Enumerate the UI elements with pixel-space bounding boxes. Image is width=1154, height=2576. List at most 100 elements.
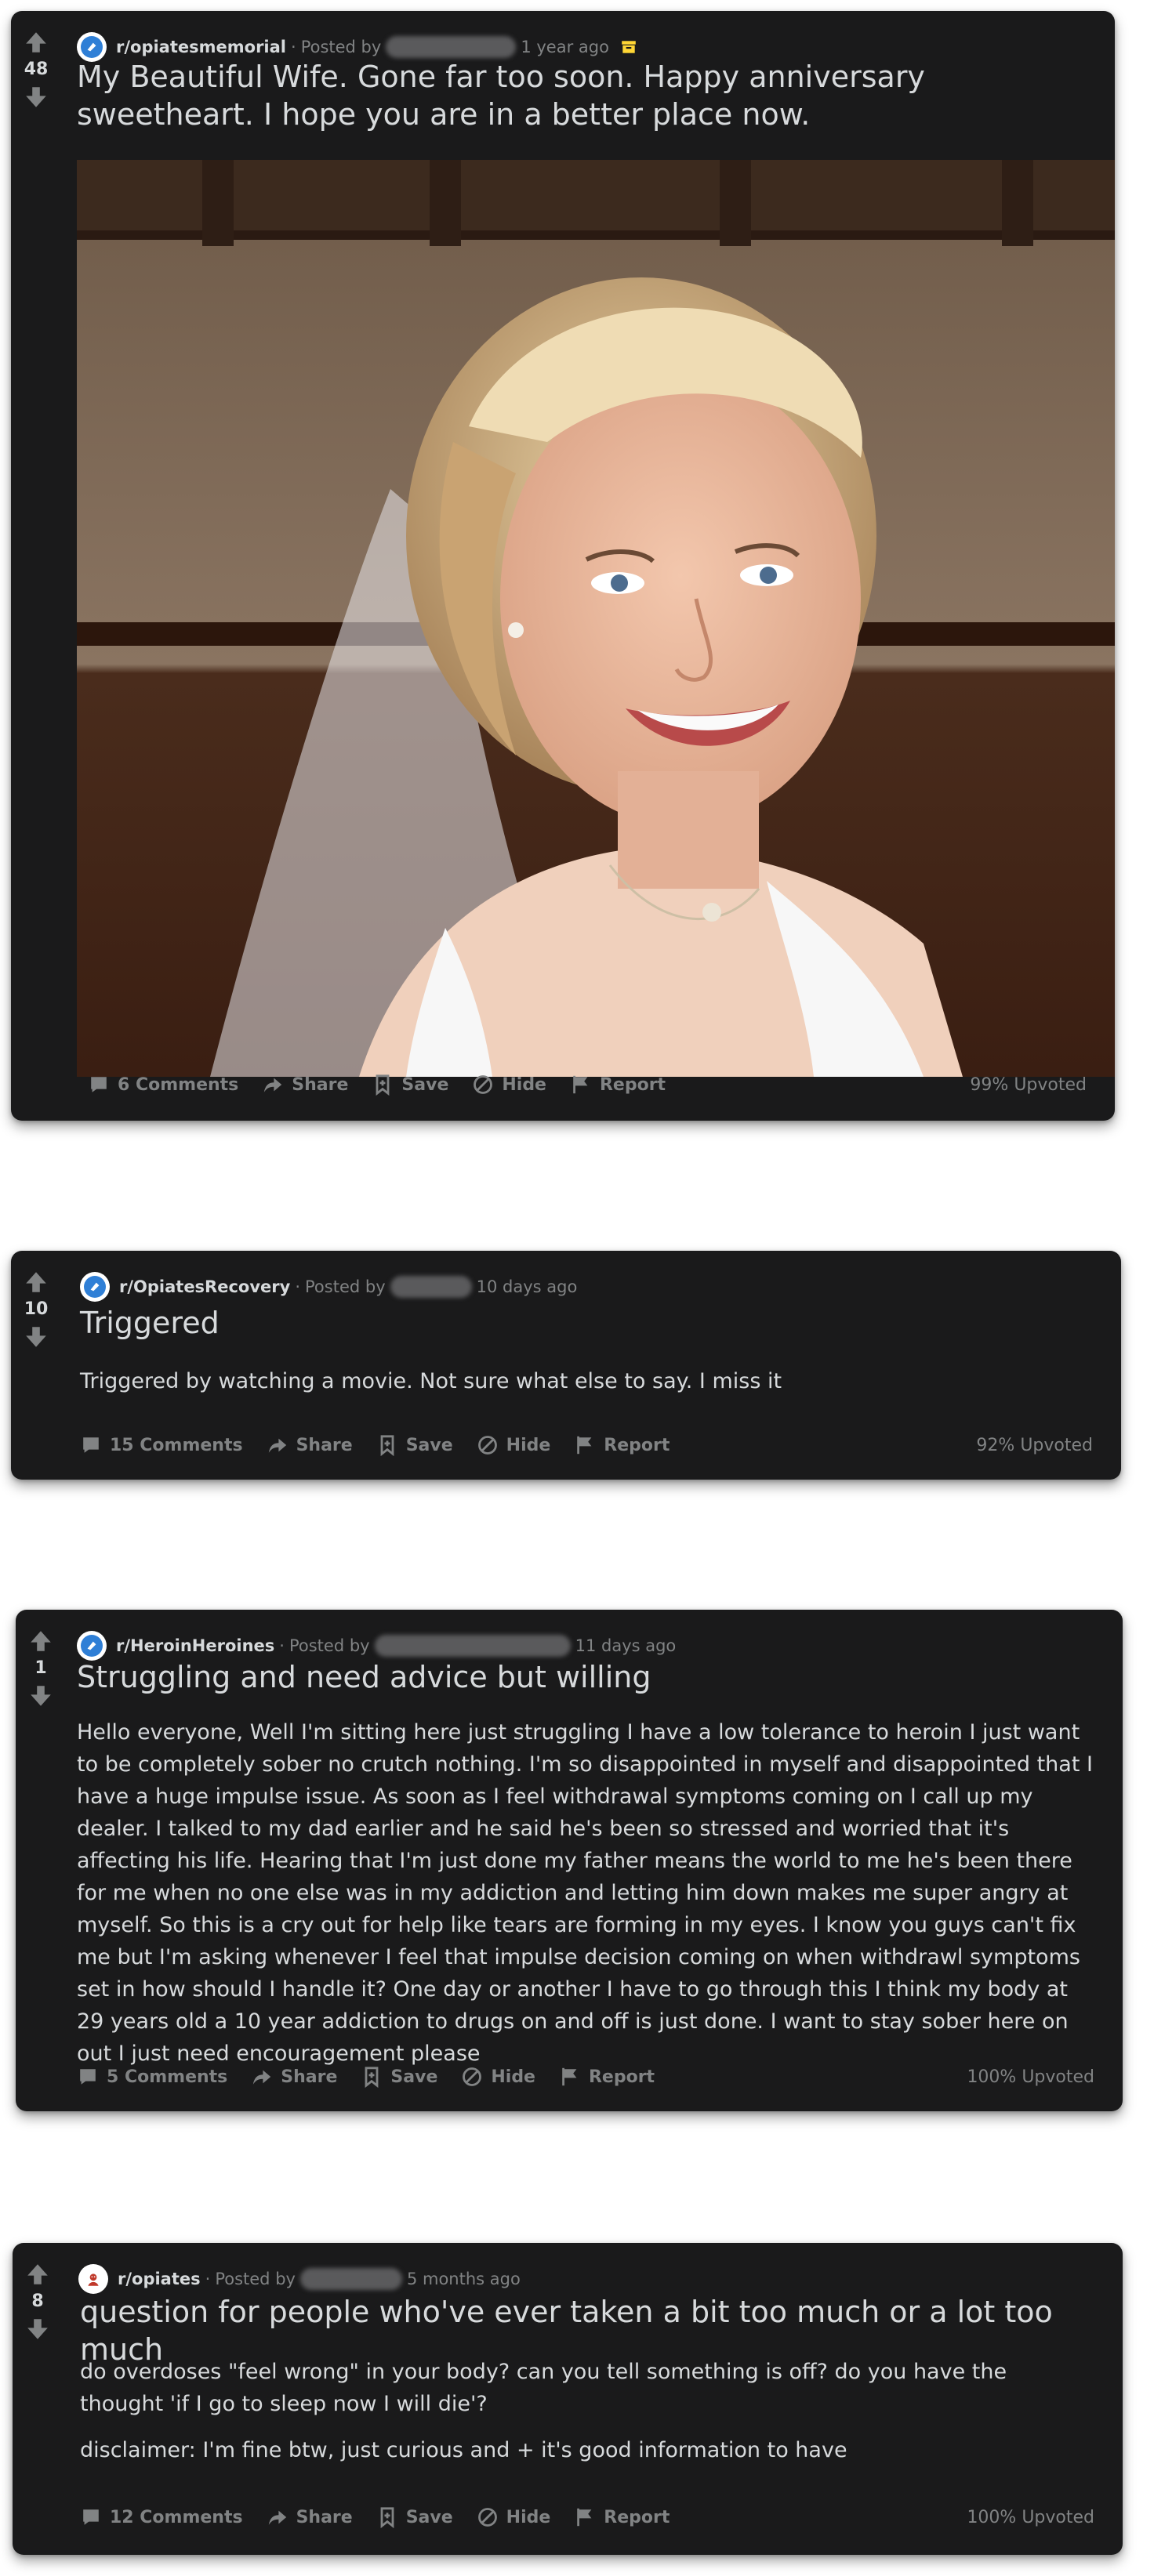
comment-icon	[91, 1077, 107, 1092]
post-body-paragraph: Hello everyone, Well I'm sitting here ju…	[77, 1720, 1093, 2066]
comment-icon	[80, 2069, 96, 2085]
posted-by-label: Posted by	[300, 38, 382, 56]
author-redacted[interactable]	[374, 1635, 571, 1657]
post-meta: r/HeroinHeroines · Posted by 11 days ago	[77, 1630, 676, 1661]
post-age: 10 days ago	[476, 1277, 578, 1296]
archive-icon	[622, 41, 636, 53]
posted-by-label: Posted by	[215, 2270, 296, 2288]
post-actions: 6 Comments Share Save Hide Report 99% Up…	[88, 1069, 1087, 1100]
report-button[interactable]: Report	[574, 2506, 670, 2528]
hide-icon	[477, 1436, 497, 1455]
vote-column: 10	[11, 1270, 61, 1350]
upvote-icon[interactable]	[24, 30, 49, 55]
bookmark-icon	[380, 1435, 394, 1456]
bookmark-icon	[376, 1074, 390, 1096]
post-body-paragraph: Triggered by watching a movie. Not sure …	[80, 1369, 782, 1393]
save-button[interactable]: Save	[376, 1434, 453, 1456]
share-icon	[253, 2070, 271, 2085]
post-title[interactable]: My Beautiful Wife. Gone far too soon. Ha…	[77, 58, 1083, 133]
hide-icon	[463, 2067, 482, 2086]
posted-by-label: Posted by	[305, 1277, 386, 1296]
post-actions: 15 Comments Share Save Hide Report 92% U…	[80, 1429, 1093, 1461]
post-age: 5 months ago	[406, 2270, 521, 2288]
post-card[interactable]: 48 r/opiatesmemorial · Posted by 1 year …	[11, 11, 1115, 1121]
share-icon	[268, 1438, 286, 1453]
share-button[interactable]: Share	[262, 1074, 348, 1096]
subreddit-link[interactable]: r/opiatesmemorial	[116, 38, 286, 56]
downvote-icon[interactable]	[24, 1324, 49, 1350]
post-age: 1 year ago	[521, 38, 609, 56]
post-body-paragraph: disclaimer: I'm fine btw, just curious a…	[80, 2438, 847, 2462]
opiates-logo-icon	[88, 2273, 99, 2286]
save-button[interactable]: Save	[361, 2066, 437, 2088]
upvote-icon[interactable]	[28, 1629, 53, 1654]
downvote-icon[interactable]	[24, 85, 49, 110]
report-button[interactable]: Report	[574, 1434, 670, 1456]
report-button[interactable]: Report	[570, 1074, 666, 1096]
post-meta: r/OpiatesRecovery · Posted by 10 days ag…	[80, 1271, 577, 1302]
post-body: Triggered by watching a movie. Not sure …	[80, 1365, 1093, 1411]
post-body: Hello everyone, Well I'm sitting here ju…	[77, 1716, 1094, 2084]
vote-column: 48	[11, 30, 61, 110]
hide-icon	[474, 1075, 493, 1094]
post-title[interactable]: Triggered	[80, 1304, 1090, 1342]
hide-button[interactable]: Hide	[472, 1074, 546, 1096]
author-redacted[interactable]	[299, 2268, 402, 2290]
author-redacted[interactable]	[390, 1276, 472, 1298]
post-age: 11 days ago	[575, 1636, 677, 1655]
post-card[interactable]: 10 r/OpiatesRecovery · Posted by 10 days…	[11, 1251, 1121, 1480]
flag-icon	[577, 2508, 592, 2527]
post-meta: r/opiates · Posted by 5 months ago	[78, 2263, 521, 2295]
share-button[interactable]: Share	[267, 1434, 353, 1456]
comments-button[interactable]: 6 Comments	[88, 1074, 238, 1096]
post-card[interactable]: 8 r/opiates · Posted by 5 months ago que…	[13, 2243, 1123, 2555]
upvote-icon[interactable]	[25, 2262, 50, 2287]
comments-button[interactable]: 12 Comments	[80, 2506, 243, 2528]
author-redacted[interactable]	[386, 36, 517, 58]
post-image[interactable]	[77, 160, 1115, 1077]
post-card[interactable]: 1 r/HeroinHeroines · Posted by 11 days a…	[16, 1610, 1123, 2111]
post-actions: 5 Comments Share Save Hide Report 100% U…	[77, 2061, 1094, 2092]
share-icon	[268, 2510, 286, 2525]
subreddit-icon[interactable]	[78, 2264, 108, 2294]
vote-score: 48	[24, 60, 49, 79]
upvote-ratio: 92% Upvoted	[976, 1435, 1093, 1455]
hide-button[interactable]: Hide	[461, 2066, 535, 2088]
save-button[interactable]: Save	[376, 2506, 453, 2528]
downvote-icon[interactable]	[28, 1683, 53, 1708]
post-body: do overdoses "feel wrong" in your body? …	[80, 2356, 1094, 2480]
upvote-icon[interactable]	[24, 1270, 49, 1295]
subreddit-link[interactable]: r/OpiatesRecovery	[119, 1277, 290, 1296]
vote-column: 8	[13, 2262, 63, 2342]
post-title[interactable]: Struggling and need advice but willing	[77, 1658, 1091, 1696]
vote-column: 1	[16, 1629, 66, 1708]
subreddit-icon[interactable]	[77, 1631, 107, 1661]
bookmark-icon	[380, 2507, 394, 2528]
post-body-paragraph: do overdoses "feel wrong" in your body? …	[80, 2360, 1007, 2416]
flag-icon	[573, 1075, 588, 1094]
bookmark-icon	[365, 2067, 379, 2088]
share-button[interactable]: Share	[251, 2066, 337, 2088]
posted-by-label: Posted by	[288, 1636, 370, 1655]
subreddit-link[interactable]: r/HeroinHeroines	[116, 1636, 274, 1655]
downvote-icon[interactable]	[25, 2317, 50, 2342]
flag-icon	[562, 2067, 577, 2086]
save-button[interactable]: Save	[372, 1074, 448, 1096]
upvote-ratio: 99% Upvoted	[970, 1074, 1087, 1095]
subreddit-link[interactable]: r/opiates	[118, 2270, 201, 2288]
flag-icon	[577, 1436, 592, 1455]
feed: 48 r/opiatesmemorial · Posted by 1 year …	[0, 0, 1154, 2576]
upvote-ratio: 100% Upvoted	[967, 2507, 1094, 2527]
post-actions: 12 Comments Share Save Hide Report 100% …	[80, 2502, 1094, 2533]
comments-button[interactable]: 15 Comments	[80, 1434, 243, 1456]
share-icon	[264, 1078, 282, 1092]
comments-button[interactable]: 5 Comments	[77, 2066, 227, 2088]
comment-icon	[83, 1437, 99, 1453]
hide-button[interactable]: Hide	[477, 1434, 550, 1456]
subreddit-icon[interactable]	[80, 1272, 110, 1302]
hide-button[interactable]: Hide	[477, 2506, 550, 2528]
comment-icon	[83, 2509, 99, 2525]
share-button[interactable]: Share	[267, 2506, 353, 2528]
photo-bride-portrait-icon	[77, 160, 1115, 1077]
report-button[interactable]: Report	[559, 2066, 655, 2088]
